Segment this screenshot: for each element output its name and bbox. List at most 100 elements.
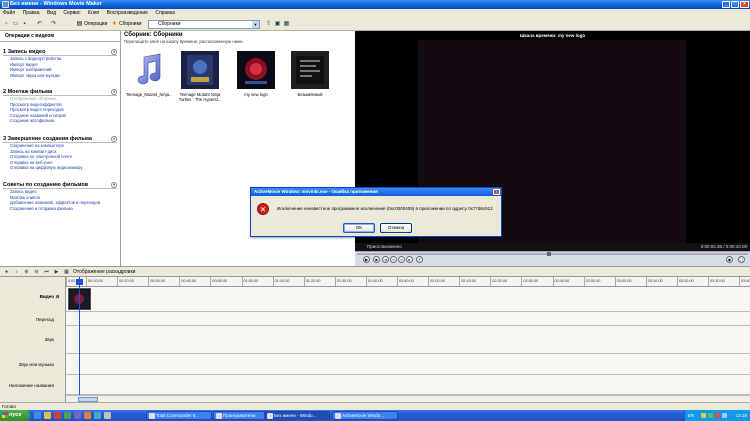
- tasks-pane: Операции с видеом 1 Запись видео ˄ Запись…: [0, 31, 121, 266]
- ruler-tick: 02:30.00: [521, 277, 538, 286]
- collapse-icon[interactable]: ˄: [111, 89, 117, 95]
- collection-select[interactable]: Сборники ▼: [148, 20, 260, 29]
- up-folder-icon[interactable]: ⇧: [265, 21, 272, 28]
- transition-track[interactable]: [66, 312, 750, 326]
- fullscreen-icon[interactable]: ⛶: [738, 256, 745, 263]
- dialog-close-button[interactable]: ×: [493, 189, 500, 195]
- taskbar-item[interactable]: ActiveMovie Windo...: [332, 411, 398, 420]
- quicklaunch-folder-icon[interactable]: [44, 412, 51, 419]
- track-headers: Видео ⊟ Переход Звук Звук или музыка Нало…: [0, 277, 66, 402]
- views-icon[interactable]: ▦: [283, 21, 290, 28]
- title-overlay-track[interactable]: [66, 375, 750, 395]
- time-ruler[interactable]: 0:00 00:10.00 00:20.00 00:30.00 00:40.00 00:5…: [66, 277, 750, 287]
- set-audio-levels-icon[interactable]: ♪: [13, 269, 20, 276]
- menu-file[interactable]: Файл: [3, 10, 15, 16]
- ok-button[interactable]: OK: [343, 223, 375, 233]
- cancel-button[interactable]: Отмена: [380, 223, 412, 233]
- collections-icon: ★: [111, 21, 118, 27]
- narrate-icon[interactable]: ●: [3, 269, 10, 276]
- quicklaunch-app-icon[interactable]: [94, 412, 101, 419]
- ruler-tick: 01:20.00: [303, 277, 320, 286]
- tasks-button[interactable]: ▤ Операции: [75, 20, 108, 29]
- quicklaunch-media-icon[interactable]: [54, 412, 61, 419]
- rewind-timeline-icon[interactable]: ⏮: [43, 269, 50, 276]
- taskbar-item[interactable]: Total Commander 6...: [146, 411, 212, 420]
- split-clip-icon[interactable]: ⫽: [416, 256, 423, 263]
- quicklaunch-app-icon[interactable]: [84, 412, 91, 419]
- menu-tools[interactable]: Сервис: [63, 10, 80, 16]
- language-indicator[interactable]: EN: [688, 410, 694, 421]
- new-project-icon[interactable]: ▫: [3, 21, 10, 28]
- section-finish: 3 Завершение создания фильма ˄ Сохранение…: [3, 136, 117, 171]
- timeline-scrollbar[interactable]: [66, 395, 750, 402]
- show-storyboard-button[interactable]: Отображение раскадровки: [73, 267, 135, 277]
- ruler-tick: 02:10.00: [459, 277, 476, 286]
- taskbar-item[interactable]: Без имени - Windo...: [264, 411, 330, 420]
- ruler-tick: 03:20.00: [676, 277, 694, 286]
- ruler-tick: 03:30.00: [708, 277, 725, 286]
- storyboard-icon[interactable]: ▦: [63, 269, 70, 276]
- maximize-button[interactable]: □: [731, 1, 739, 8]
- minimize-button[interactable]: _: [722, 1, 730, 8]
- zoom-in-icon[interactable]: ⊕: [23, 269, 30, 276]
- tray-icon[interactable]: [708, 413, 713, 418]
- error-icon: ×: [257, 203, 269, 215]
- stop-icon[interactable]: ■: [373, 256, 380, 263]
- quicklaunch-app-icon[interactable]: [104, 412, 111, 419]
- close-button[interactable]: ×: [740, 1, 749, 8]
- music-note-icon: [130, 51, 168, 89]
- window-title: Без имени - Windows Movie Maker: [10, 1, 103, 7]
- ruler-tick: 02:40.00: [552, 277, 569, 286]
- menu-playback[interactable]: Воспроизведение: [107, 10, 148, 16]
- previous-frame-icon[interactable]: ◂: [382, 256, 389, 263]
- section-capture: 1 Запись видео ˄ Запись с видеоустройства…: [3, 49, 117, 79]
- app-icon: [2, 1, 9, 8]
- video-track[interactable]: [66, 287, 750, 312]
- tray-icon[interactable]: [715, 413, 720, 418]
- dialog-message: Исключение неизвестное программное исклю…: [277, 206, 494, 211]
- undo-icon[interactable]: ↶: [36, 21, 43, 28]
- clip-item[interactable]: my new logo: [233, 51, 279, 97]
- play-icon[interactable]: ▶: [363, 256, 370, 263]
- collapse-icon[interactable]: ˄: [111, 49, 117, 55]
- seek-thumb[interactable]: [547, 252, 551, 256]
- quicklaunch-ie-icon[interactable]: [34, 412, 41, 419]
- task-link[interactable]: Создание автофильма: [3, 118, 117, 124]
- zoom-out-icon[interactable]: ⊖: [33, 269, 40, 276]
- play-timeline-icon[interactable]: ▶: [53, 269, 60, 276]
- task-link[interactable]: Сохранение и отправка фильма: [3, 206, 117, 212]
- audio-track[interactable]: [66, 326, 750, 354]
- collapse-icon[interactable]: ˄: [111, 136, 117, 142]
- quicklaunch-app-icon[interactable]: [74, 412, 81, 419]
- next-frame-icon[interactable]: ▸: [406, 256, 413, 263]
- ruler-tick: 01:10.00: [272, 277, 289, 286]
- rewind-icon[interactable]: «: [390, 256, 397, 263]
- task-link[interactable]: Отправка на цифровую видеокамеру: [3, 165, 117, 171]
- menu-view[interactable]: Вид: [47, 10, 56, 16]
- clip-item[interactable]: Teenage Mutant Ninja Turtles - The Hyper…: [177, 51, 223, 102]
- clip-item[interactable]: Безымянный: [287, 51, 333, 97]
- tasks-icon: ▤: [76, 21, 83, 27]
- open-project-icon[interactable]: ▭: [12, 21, 19, 28]
- menu-clip[interactable]: Клип: [88, 10, 99, 16]
- save-project-icon[interactable]: ▪: [21, 21, 28, 28]
- seek-bar[interactable]: [357, 253, 748, 255]
- forward-icon[interactable]: »: [398, 256, 405, 263]
- clip-item[interactable]: Teenage_Mutant_Ninja...: [126, 51, 172, 97]
- volume-icon[interactable]: [722, 413, 727, 418]
- new-collection-icon[interactable]: ▣: [274, 21, 281, 28]
- start-button[interactable]: пуск: [0, 410, 30, 421]
- collections-button[interactable]: ★ Сборники: [110, 20, 142, 29]
- music-track[interactable]: [66, 354, 750, 375]
- menu-edit[interactable]: Правка: [23, 10, 40, 16]
- task-link[interactable]: Импорт звука или музыки: [3, 73, 117, 79]
- quicklaunch-desktop-icon[interactable]: [64, 412, 71, 419]
- redo-icon[interactable]: ↷: [50, 21, 57, 28]
- playhead[interactable]: [76, 277, 83, 395]
- menu-help[interactable]: Справка: [155, 10, 175, 16]
- ruler-tick: 00:20.00: [117, 277, 134, 286]
- task-link[interactable]: Добавление названий, эффектов и переходо…: [3, 200, 117, 206]
- collapse-icon[interactable]: ˄: [111, 182, 117, 188]
- snapshot-icon[interactable]: ◉: [726, 256, 733, 263]
- tray-icon[interactable]: [701, 413, 706, 418]
